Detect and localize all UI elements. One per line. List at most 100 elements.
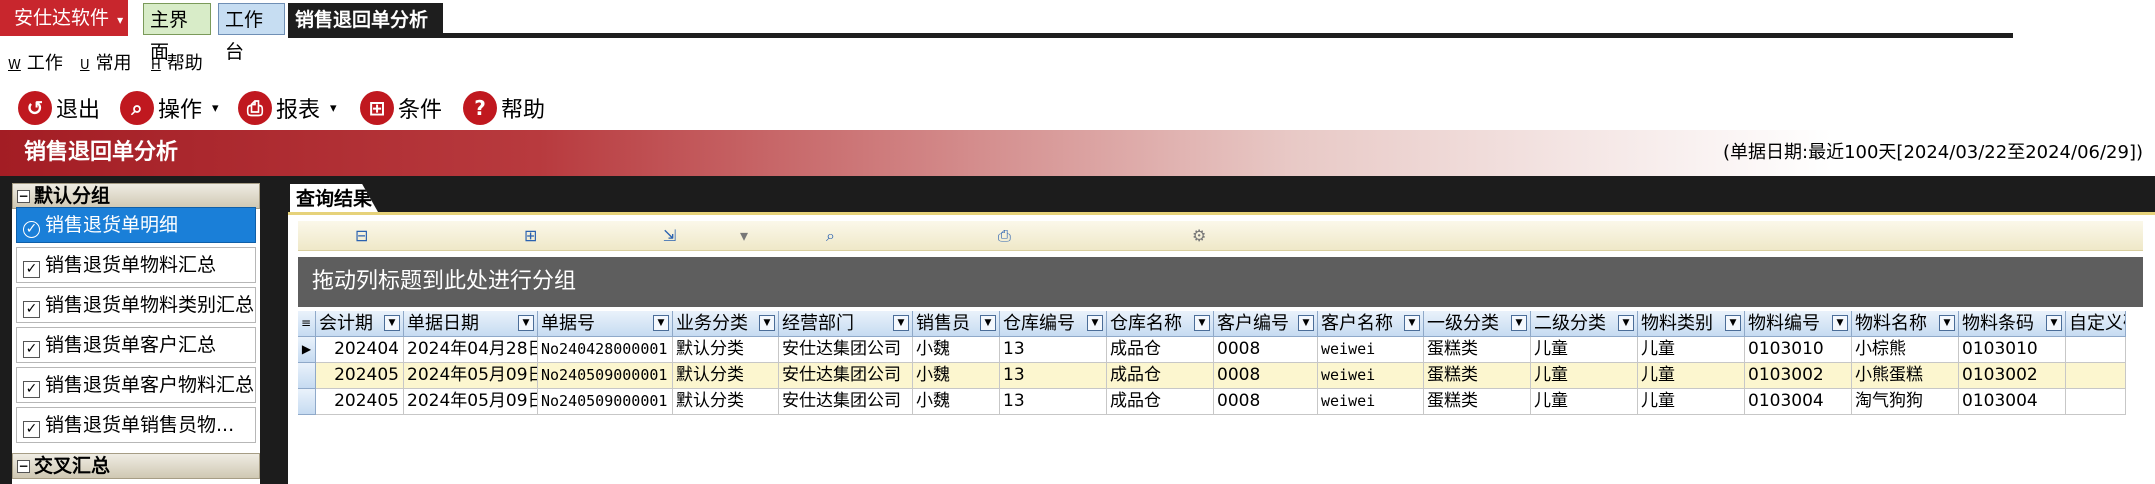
cell-customer-code[interactable]: 0008 [1214,363,1318,389]
cell-doc-number[interactable]: No240509000001 [538,363,673,389]
column-header-accounting-period[interactable]: 会计期 ▼ [316,311,404,337]
sidebar-item-customer-material-summary[interactable]: ✓ 销售退货单客户物料汇总 [16,367,256,403]
cell-doc-number[interactable]: No240428000001 [538,337,673,363]
cell-material-code[interactable]: 0103002 [1745,363,1852,389]
column-header-doc-date[interactable]: 单据日期 ▼ [404,311,538,337]
group-default[interactable]: − 默认分组 [12,183,260,209]
filter-dropdown-icon[interactable]: ▼ [653,315,669,331]
cell-material-category[interactable]: 儿童 [1638,337,1745,363]
column-header-material-code[interactable]: 物料编号 ▼ [1745,311,1852,337]
cell-material-name[interactable]: 小棕熊 [1852,337,1959,363]
column-header-warehouse-code[interactable]: 仓库编号 ▼ [1000,311,1107,337]
cell-customer-name[interactable]: weiwei [1318,363,1424,389]
cell-department[interactable]: 安仕达集团公司 [779,389,913,415]
column-header-material-category[interactable]: 物料类别 ▼ [1638,311,1745,337]
filter-dropdown-icon[interactable]: ▼ [1194,315,1210,331]
cell-custom-code[interactable] [2066,389,2126,415]
cell-business-category[interactable]: 默认分类 [673,337,779,363]
cell-accounting-period[interactable]: 202405 [316,363,404,389]
cell-material-barcode[interactable]: 0103010 [1959,337,2066,363]
tab-workbench[interactable]: 工作台 [218,3,285,63]
column-header-custom-code[interactable]: 自定义码 [2066,311,2126,337]
cell-customer-code[interactable]: 0008 [1214,389,1318,415]
menu-work[interactable]: W 工作 [8,50,63,80]
filter-dropdown-icon[interactable]: ▼ [1511,315,1527,331]
cell-material-name[interactable]: 小熊蛋糕 [1852,363,1959,389]
cell-material-code[interactable]: 0103010 [1745,337,1852,363]
cell-category-level1[interactable]: 蛋糕类 [1424,337,1531,363]
column-header-business-category[interactable]: 业务分类 ▼ [673,311,779,337]
collapse-icon[interactable]: − [17,190,30,203]
filter-dropdown-icon[interactable]: ▼ [1939,315,1955,331]
cell-accounting-period[interactable]: 202405 [316,389,404,415]
column-header-doc-number[interactable]: 单据号 ▼ [538,311,673,337]
tab-main-screen[interactable]: 主界面 [143,3,211,63]
tab-sales-return-analysis[interactable]: 销售退回单分析 [288,3,443,35]
column-header-salesperson[interactable]: 销售员 ▼ [913,311,1000,337]
row-indicator[interactable] [298,363,316,389]
filter-dropdown-icon[interactable]: ▼ [518,315,534,331]
filter-dropdown-icon[interactable]: ▼ [759,315,775,331]
cell-department[interactable]: 安仕达集团公司 [779,363,913,389]
cell-salesperson[interactable]: 小魏 [913,363,1000,389]
chevron-down-icon[interactable]: ▾ [740,226,748,245]
table-row[interactable]: ▶ 202404 2024年04月28日 No240428000001 默认分类 安仕达集… [298,337,2126,363]
column-header-department[interactable]: 经营部门 ▼ [779,311,913,337]
cell-salesperson[interactable]: 小魏 [913,337,1000,363]
cell-warehouse-name[interactable]: 成品仓 [1107,337,1214,363]
export-icon[interactable]: ⇲ [663,226,676,245]
column-header-category-level2[interactable]: 二级分类 ▼ [1531,311,1638,337]
cell-material-category[interactable]: 儿童 [1638,389,1745,415]
filter-dropdown-icon[interactable]: ▼ [980,315,996,331]
column-header-customer-name[interactable]: 客户名称 ▼ [1318,311,1424,337]
filter-dropdown-icon[interactable]: ▼ [1725,315,1741,331]
column-chooser-icon[interactable]: ≡ [298,311,316,337]
cell-doc-date[interactable]: 2024年04月28日 [404,337,538,363]
collapse-group-icon[interactable]: ⊞ [524,226,537,245]
column-header-customer-code[interactable]: 客户编号 ▼ [1214,311,1318,337]
cell-category-level2[interactable]: 儿童 [1531,337,1638,363]
print-icon[interactable]: ⎙ [998,226,1011,246]
brand-menu-button[interactable]: 安仕达软件 ▾ [0,0,128,36]
cell-business-category[interactable]: 默认分类 [673,389,779,415]
cell-category-level1[interactable]: 蛋糕类 [1424,389,1531,415]
sidebar-item-return-detail[interactable]: ✓ 销售退货单明细 [16,207,256,243]
cell-customer-name[interactable]: weiwei [1318,389,1424,415]
cell-material-code[interactable]: 0103004 [1745,389,1852,415]
cell-material-name[interactable]: 淘气狗狗 [1852,389,1959,415]
cell-category-level2[interactable]: 儿童 [1531,363,1638,389]
filter-dropdown-icon[interactable]: ▼ [1618,315,1634,331]
cell-category-level2[interactable]: 儿童 [1531,389,1638,415]
filter-dropdown-icon[interactable]: ▼ [2046,315,2062,331]
current-row-icon[interactable]: ▶ [298,337,316,363]
filter-dropdown-icon[interactable]: ▼ [1832,315,1848,331]
cell-warehouse-name[interactable]: 成品仓 [1107,389,1214,415]
collapse-icon[interactable]: − [17,460,30,473]
cell-accounting-period[interactable]: 202404 [316,337,404,363]
exit-button[interactable]: ↺ 退出 [18,88,100,128]
cell-material-barcode[interactable]: 0103002 [1959,363,2066,389]
table-row[interactable]: 202405 2024年05月09日 No240509000001 默认分类 安仕达集团… [298,363,2126,389]
filter-dropdown-icon[interactable]: ▼ [1404,315,1420,331]
column-header-warehouse-name[interactable]: 仓库名称 ▼ [1107,311,1214,337]
sidebar-item-material-category-summary[interactable]: ✓ 销售退货单物料类别汇总 [16,287,256,323]
group-cross-summary[interactable]: − 交叉汇总 [12,453,260,479]
operate-button[interactable]: ⌕ 操作 ▾ [120,88,219,128]
cell-material-barcode[interactable]: 0103004 [1959,389,2066,415]
settings-icon[interactable]: ⚙ [1192,226,1206,245]
zoom-icon[interactable]: ⌕ [826,226,835,246]
cell-custom-code[interactable] [2066,337,2126,363]
group-by-drop-area[interactable]: 拖动列标题到此处进行分组 [298,257,2143,307]
table-row[interactable]: 202405 2024年05月09日 No240509000001 默认分类 安仕达集团… [298,389,2126,415]
cell-category-level1[interactable]: 蛋糕类 [1424,363,1531,389]
cell-doc-date[interactable]: 2024年05月09日 [404,389,538,415]
cell-warehouse-code[interactable]: 13 [1000,337,1107,363]
cell-department[interactable]: 安仕达集团公司 [779,337,913,363]
filter-dropdown-icon[interactable]: ▼ [1298,315,1314,331]
cell-customer-code[interactable]: 0008 [1214,337,1318,363]
cell-warehouse-code[interactable]: 13 [1000,389,1107,415]
cell-warehouse-name[interactable]: 成品仓 [1107,363,1214,389]
condition-button[interactable]: ⊞ 条件 [360,88,442,128]
sidebar-item-salesperson-summary[interactable]: ✓ 销售退货单销售员物... [16,407,256,443]
cell-warehouse-code[interactable]: 13 [1000,363,1107,389]
